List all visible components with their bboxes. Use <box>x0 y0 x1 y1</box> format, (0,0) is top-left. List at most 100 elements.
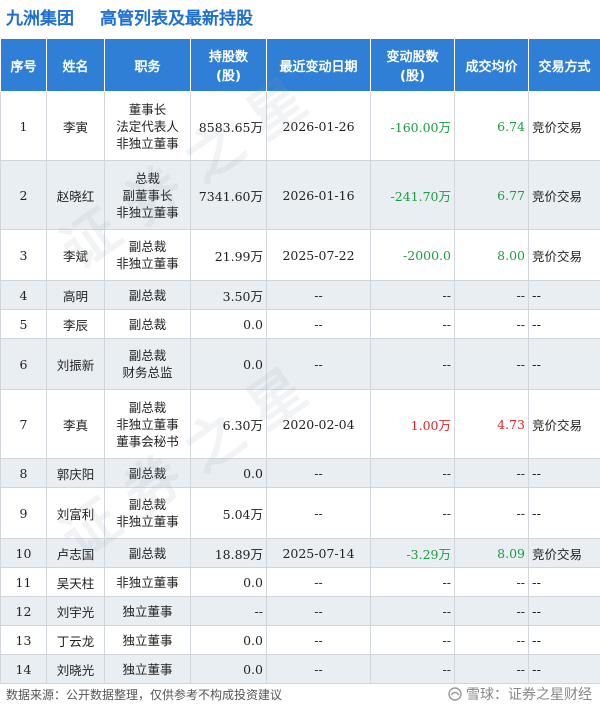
table-row: 14 刘晓光 独立董事 0.0 -- -- -- -- <box>0 654 600 684</box>
cell-change: -3.29万 <box>370 538 455 568</box>
cell-method: -- <box>528 309 600 339</box>
role-text: 副总裁 <box>128 465 167 481</box>
header-no: 序号 <box>0 38 47 92</box>
cell-shares: 5.04万 <box>190 487 267 539</box>
cell-price: -- <box>454 338 529 390</box>
header-name: 姓名 <box>46 38 105 92</box>
cell-no: 6 <box>0 338 47 390</box>
cell-roles: 副总裁 非独立董事 <box>104 229 191 281</box>
role-text: 独立董事 <box>122 603 173 619</box>
role-text: 非独立董事 <box>116 204 179 220</box>
role-text: 副总裁 <box>128 497 167 512</box>
cell-no: 8 <box>0 458 47 488</box>
header-price: 成交均价 <box>454 38 529 92</box>
cell-date: -- <box>266 309 371 339</box>
cell-name: 李寅 <box>46 91 105 161</box>
cell-method: -- <box>528 596 600 626</box>
cell-price: -- <box>454 567 529 597</box>
cell-date: 2025-07-22 <box>266 229 371 281</box>
cell-price: -- <box>454 458 529 488</box>
cell-roles: 副总裁 财务总监 <box>104 338 191 390</box>
cell-method: -- <box>528 487 600 539</box>
page-title: 高管列表及最新持股 <box>100 9 253 29</box>
cell-change: -241.70万 <box>370 160 455 230</box>
cell-roles: 独立董事 <box>104 596 191 626</box>
table-row: 2 赵晓红 总裁 副董事长 非独立董事 7341.60万 2026-01-16 -241.70… <box>0 160 600 230</box>
table-row: 7 李真 副总裁 非独立董事 董事会秘书 6.30万 2020-02-04 1.00万 4.73… <box>0 389 600 459</box>
title-bar: 九洲集团 高管列表及最新持股 <box>0 0 600 36</box>
cell-date: -- <box>266 458 371 488</box>
cell-name: 刘振新 <box>46 338 105 390</box>
cell-no: 13 <box>0 625 47 655</box>
cell-price: -- <box>454 625 529 655</box>
role-text: 副董事长 <box>122 187 173 203</box>
cell-change: 1.00万 <box>370 389 455 459</box>
cell-roles: 非独立董事 <box>104 567 191 597</box>
cell-price: 4.73 <box>454 389 529 459</box>
role-text: 副总裁 <box>128 239 167 254</box>
cell-no: 5 <box>0 309 47 339</box>
table-row: 9 刘富利 副总裁 非独立董事 5.04万 -- -- -- -- <box>0 487 600 539</box>
cell-no: 12 <box>0 596 47 626</box>
cell-shares: -- <box>190 596 267 626</box>
cell-change: -2000.0 <box>370 229 455 281</box>
cell-no: 1 <box>0 91 47 161</box>
cell-date: -- <box>266 654 371 684</box>
cell-no: 11 <box>0 567 47 597</box>
cell-method: -- <box>528 654 600 684</box>
cell-price: 6.77 <box>454 160 529 230</box>
cell-name: 郭庆阳 <box>46 458 105 488</box>
cell-name: 吴天柱 <box>46 567 105 597</box>
role-text: 非独立董事 <box>116 514 179 529</box>
cell-no: 3 <box>0 229 47 281</box>
role-text: 董事会秘书 <box>116 433 179 449</box>
cell-date: -- <box>266 567 371 597</box>
data-source-note: 数据来源：公开数据整理，仅供参考不构成投资建议 <box>6 688 283 702</box>
role-text: 非独立董事 <box>116 135 179 151</box>
cell-price: -- <box>454 280 529 310</box>
role-text: 非独立董事 <box>116 574 179 590</box>
cell-roles: 副总裁 <box>104 309 191 339</box>
table-row: 10 卢志国 副总裁 18.89万 2025-07-14 -3.29万 8.09 竞价交易 <box>0 538 600 568</box>
cell-no: 10 <box>0 538 47 568</box>
cell-no: 7 <box>0 389 47 459</box>
role-text: 副总裁 <box>128 316 167 332</box>
cell-date: 2020-02-04 <box>266 389 371 459</box>
cell-change: -- <box>370 567 455 597</box>
cell-change: -160.00万 <box>370 91 455 161</box>
role-text: 非独立董事 <box>116 256 179 271</box>
role-text: 独立董事 <box>122 632 173 648</box>
cell-date: 2026-01-26 <box>266 91 371 161</box>
cell-shares: 21.99万 <box>190 229 267 281</box>
cell-change: -- <box>370 625 455 655</box>
cell-shares: 0.0 <box>190 309 267 339</box>
cell-roles: 副总裁 <box>104 458 191 488</box>
table-row: 12 刘宇光 独立董事 -- -- -- -- -- <box>0 596 600 626</box>
cell-shares: 0.0 <box>190 338 267 390</box>
cell-name: 丁云龙 <box>46 625 105 655</box>
cell-name: 刘富利 <box>46 487 105 539</box>
cell-method: 竞价交易 <box>528 389 600 459</box>
cell-date: 2025-07-14 <box>266 538 371 568</box>
cell-roles: 董事长 法定代表人 非独立董事 <box>104 91 191 161</box>
header-shares: 持股数 (股) <box>190 38 267 92</box>
table-row: 1 李寅 董事长 法定代表人 非独立董事 8583.65万 2026-01-26 -160.0… <box>0 91 600 161</box>
role-text: 非独立董事 <box>116 416 179 432</box>
cell-price: -- <box>454 309 529 339</box>
cell-price: 6.74 <box>454 91 529 161</box>
cell-shares: 7341.60万 <box>190 160 267 230</box>
cell-price: -- <box>454 596 529 626</box>
cell-method: -- <box>528 625 600 655</box>
cell-price: 8.00 <box>454 229 529 281</box>
table-row: 13 丁云龙 独立董事 0.0 -- -- -- -- <box>0 625 600 655</box>
cell-name: 刘宇光 <box>46 596 105 626</box>
cell-change: -- <box>370 487 455 539</box>
role-text: 财务总监 <box>122 365 173 380</box>
cell-method: 竞价交易 <box>528 91 600 161</box>
cell-shares: 3.50万 <box>190 280 267 310</box>
cell-no: 4 <box>0 280 47 310</box>
cell-change: -- <box>370 309 455 339</box>
cell-date: -- <box>266 280 371 310</box>
role-text: 总裁 <box>134 170 160 186</box>
cell-method: -- <box>528 280 600 310</box>
